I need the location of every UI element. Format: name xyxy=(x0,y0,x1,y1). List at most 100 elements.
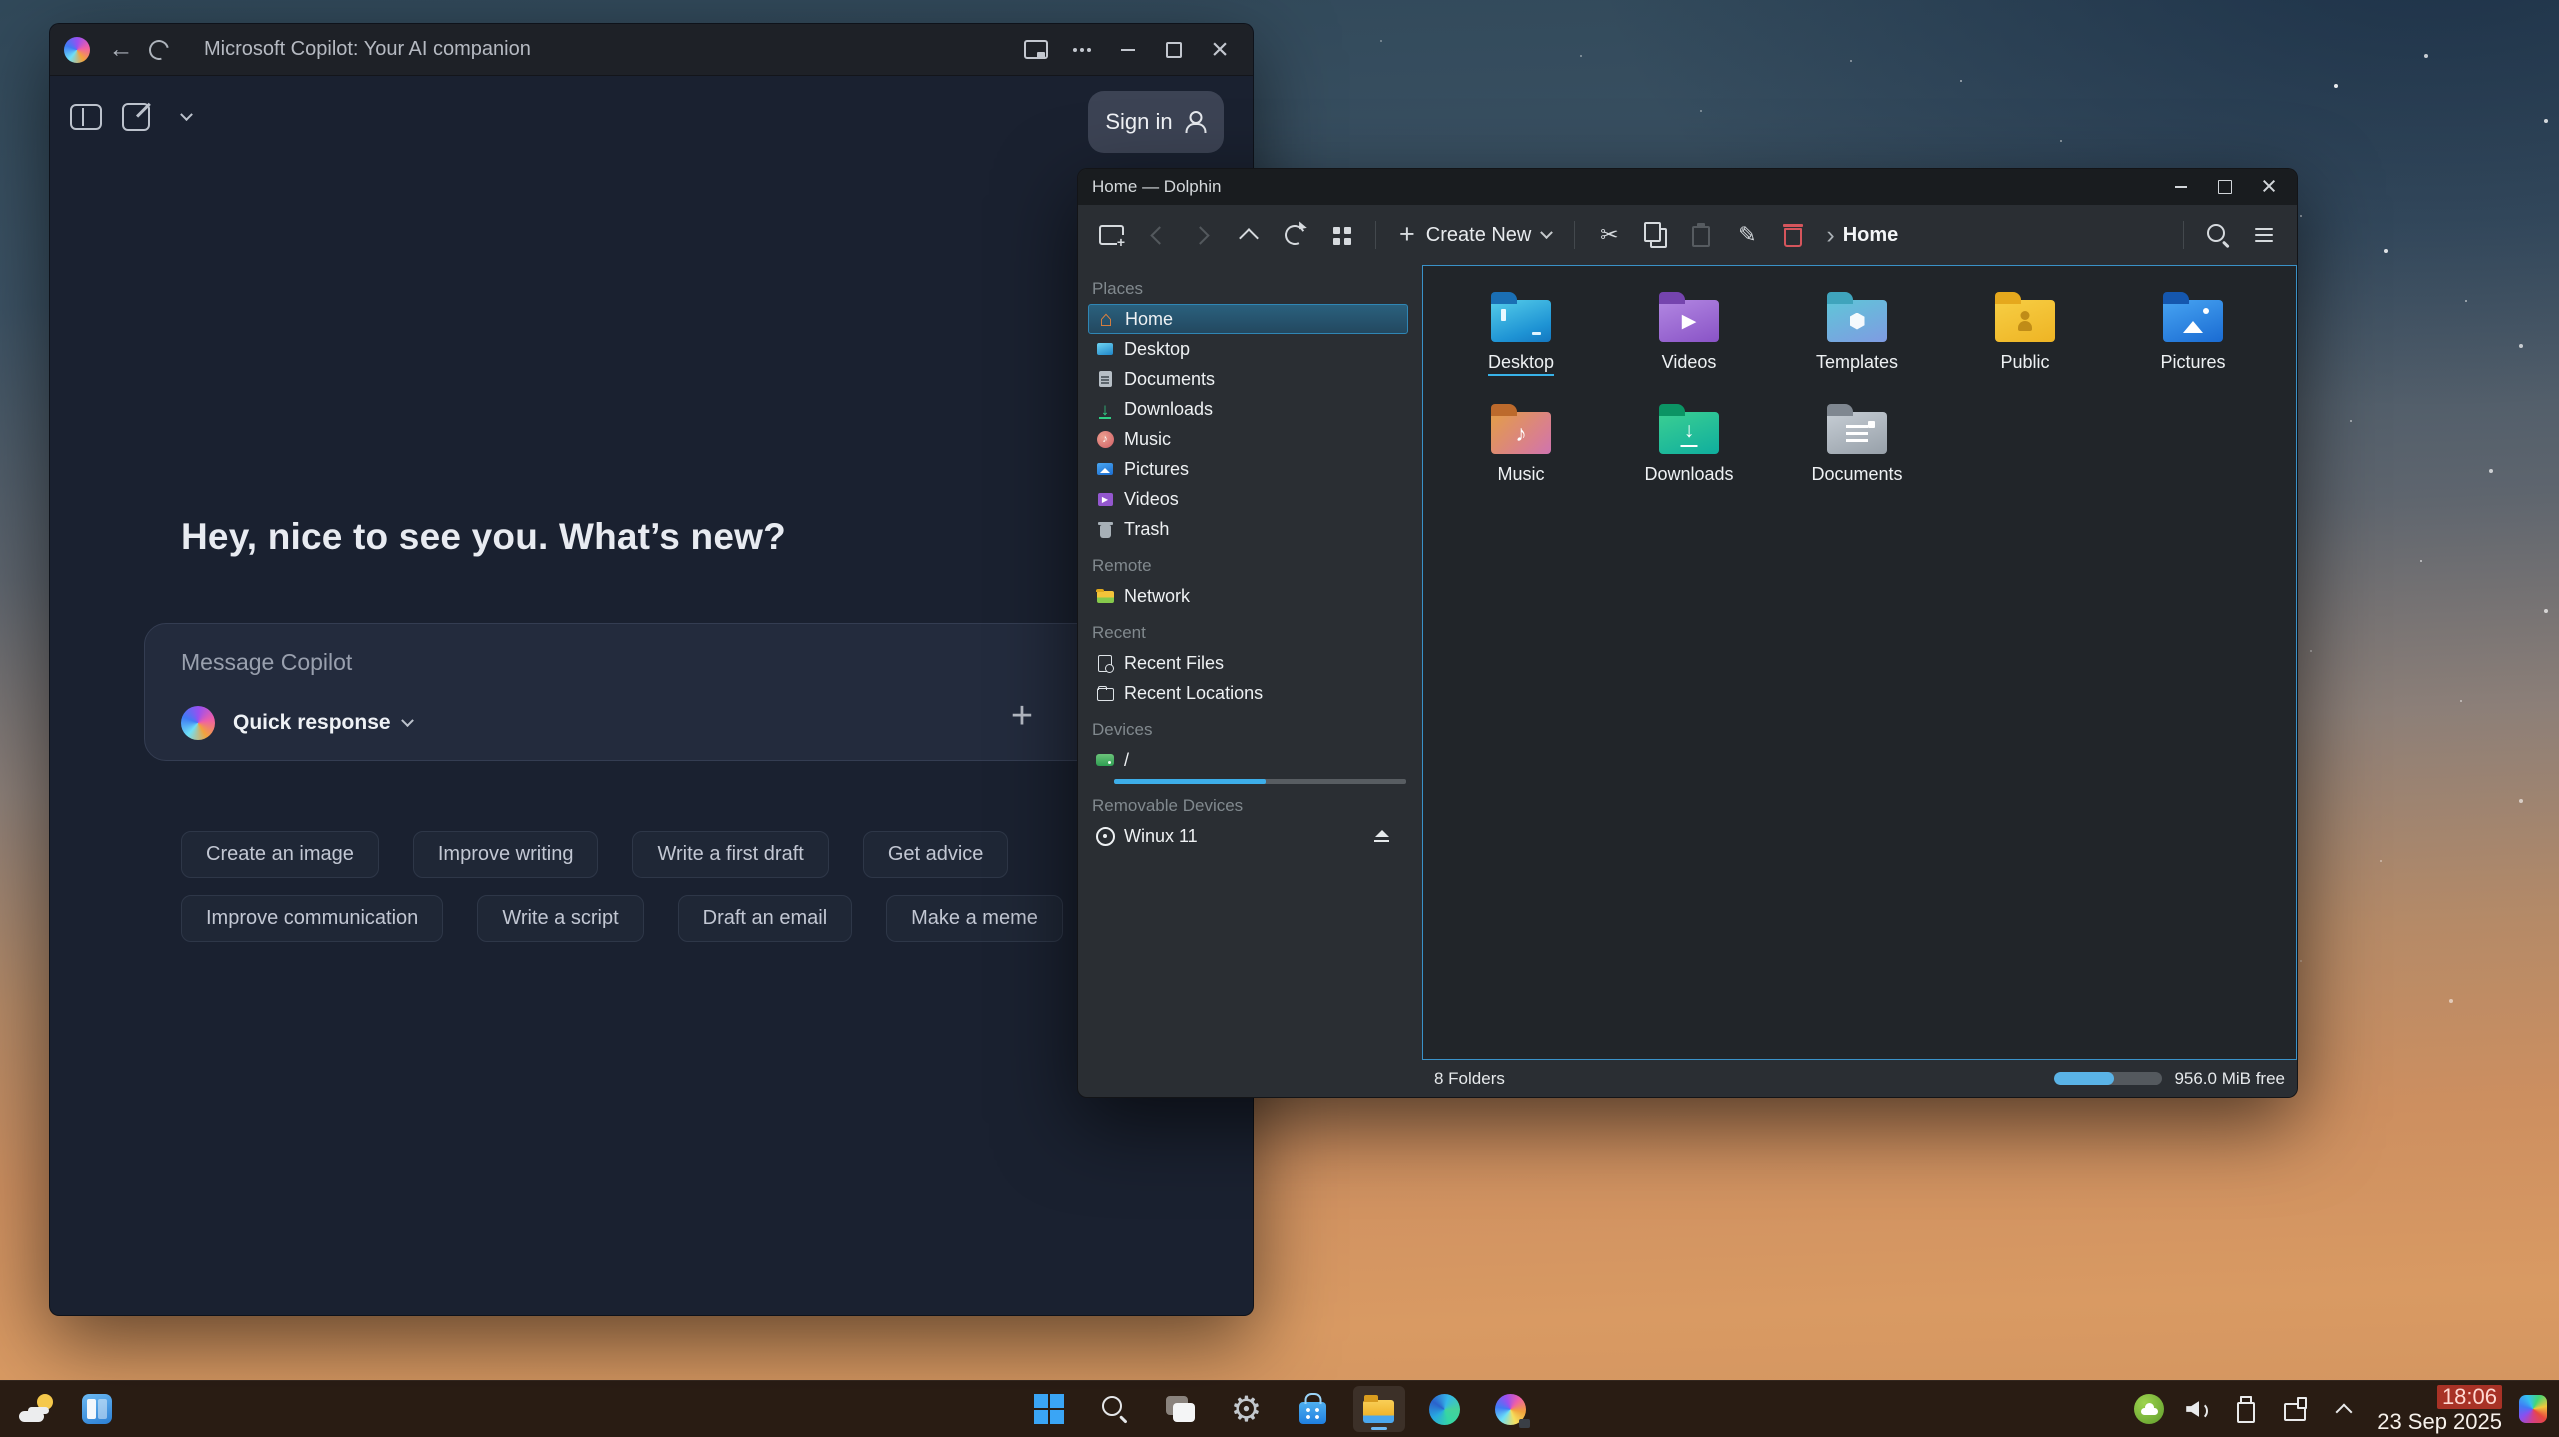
usb-icon[interactable] xyxy=(2230,1393,2262,1425)
delete-icon[interactable] xyxy=(1772,215,1814,255)
refresh-icon[interactable] xyxy=(1274,215,1316,255)
more-icon[interactable] xyxy=(1063,31,1101,69)
search-icon[interactable] xyxy=(2197,215,2239,255)
taskbar-settings-button[interactable] xyxy=(1221,1386,1273,1432)
sidebar-item-videos[interactable]: Videos xyxy=(1088,484,1408,514)
dolphin-close-button[interactable] xyxy=(2247,172,2291,202)
folder-videos[interactable]: Videos xyxy=(1605,288,1773,392)
cut-icon[interactable] xyxy=(1588,215,1630,255)
dolphin-title: Home — Dolphin xyxy=(1092,177,2159,197)
sidebar-item-downloads[interactable]: Downloads xyxy=(1088,394,1408,424)
folder-music[interactable]: Music xyxy=(1437,400,1605,504)
browser-back-icon[interactable] xyxy=(102,31,140,69)
edge-icon xyxy=(1427,1391,1463,1427)
rename-icon[interactable] xyxy=(1726,215,1768,255)
network-tray-icon[interactable] xyxy=(2279,1393,2311,1425)
suggestion-chip[interactable]: Create an image xyxy=(181,831,379,878)
folder-documents[interactable]: Documents xyxy=(1773,400,1941,504)
sign-in-button[interactable]: Sign in xyxy=(1088,91,1224,153)
folder-public[interactable]: Public xyxy=(1941,288,2109,392)
taskbar-task-view-button[interactable] xyxy=(1155,1386,1207,1432)
folder-pictures[interactable]: Pictures xyxy=(2109,288,2277,392)
browser-maximize-button[interactable] xyxy=(1155,31,1193,69)
paste-icon[interactable] xyxy=(1680,215,1722,255)
folder-emblem-icon xyxy=(2163,300,2223,342)
sidebar-item-recent-files[interactable]: Recent Files xyxy=(1088,648,1408,678)
sidebar-item-root[interactable]: / xyxy=(1088,745,1408,775)
sync-cloud-icon[interactable] xyxy=(2134,1394,2164,1424)
suggestion-chip[interactable]: Draft an email xyxy=(678,895,853,942)
composer-placeholder[interactable]: Message Copilot xyxy=(181,649,352,676)
eject-icon[interactable] xyxy=(1374,830,1389,842)
pip-icon[interactable] xyxy=(1017,31,1055,69)
copilot-logo-icon xyxy=(181,706,215,740)
hamburger-menu-icon[interactable] xyxy=(2243,215,2285,255)
sidebar-section-header: Remote xyxy=(1092,556,1422,576)
dolphin-statusbar: 8 Folders 956.0 MiB free xyxy=(1422,1060,2297,1097)
taskbar-file-explorer-button[interactable] xyxy=(1353,1386,1405,1432)
copilot-topbar xyxy=(69,100,203,134)
folder-templates[interactable]: Templates xyxy=(1773,288,1941,392)
m365-copilot-icon[interactable] xyxy=(2519,1395,2547,1423)
dolphin-minimize-button[interactable] xyxy=(2159,172,2203,202)
folder-view[interactable]: DesktopVideosTemplatesPublicPictures Musi… xyxy=(1422,265,2297,1060)
create-new-button[interactable]: Create New xyxy=(1389,215,1561,255)
sidebar-toggle-icon[interactable] xyxy=(69,100,103,134)
suggestion-chip[interactable]: Improve communication xyxy=(181,895,443,942)
suggestion-chip[interactable]: Improve writing xyxy=(413,831,599,878)
folder-downloads[interactable]: Downloads xyxy=(1605,400,1773,504)
clock[interactable]: 18:06 23 Sep 2025 xyxy=(2377,1385,2502,1434)
widgets-icon[interactable] xyxy=(82,1394,112,1424)
suggestion-chip[interactable]: Write a first draft xyxy=(632,831,828,878)
message-composer[interactable]: Message Copilot Quick response xyxy=(144,623,1111,761)
suggestion-chip[interactable]: Make a meme xyxy=(886,895,1063,942)
start-icon xyxy=(1031,1391,1067,1427)
suggestion-chips: Create an image Improve writing Write a fi… xyxy=(181,831,1063,942)
up-icon[interactable] xyxy=(1228,215,1270,255)
forward-icon[interactable] xyxy=(1182,215,1224,255)
sidebar-item-music[interactable]: Music xyxy=(1088,424,1408,454)
dolphin-titlebar[interactable]: Home — Dolphin xyxy=(1078,169,2297,205)
breadcrumb-location[interactable]: Home xyxy=(1843,224,1899,247)
taskbar-start-button[interactable] xyxy=(1023,1386,1075,1432)
breadcrumb[interactable]: Home xyxy=(1826,223,1898,248)
response-mode-selector[interactable]: Quick response xyxy=(233,711,412,735)
browser-titlebar[interactable]: Microsoft Copilot: Your AI companion xyxy=(50,24,1253,76)
new-tab-icon[interactable] xyxy=(1090,215,1132,255)
sidebar-item-pictures[interactable]: Pictures xyxy=(1088,454,1408,484)
new-chat-chevron-icon[interactable] xyxy=(169,100,203,134)
new-chat-icon[interactable] xyxy=(119,100,153,134)
recent-files-icon xyxy=(1095,653,1115,673)
sidebar-item-network[interactable]: Network xyxy=(1088,581,1408,611)
sidebar-item-winux11[interactable]: Winux 11 xyxy=(1088,821,1408,851)
folder-emblem-icon xyxy=(1491,412,1551,454)
folder-emblem-icon xyxy=(1491,300,1551,342)
sidebar-item-home[interactable]: Home xyxy=(1088,304,1408,334)
browser-reload-icon[interactable] xyxy=(140,31,178,69)
dolphin-maximize-button[interactable] xyxy=(2203,172,2247,202)
sidebar-item-desktop[interactable]: Desktop xyxy=(1088,334,1408,364)
sidebar-item-trash[interactable]: Trash xyxy=(1088,514,1408,544)
toolbar-separator xyxy=(2183,221,2184,249)
add-attachment-button[interactable] xyxy=(1004,698,1040,734)
browser-minimize-button[interactable] xyxy=(1109,31,1147,69)
back-icon[interactable] xyxy=(1136,215,1178,255)
sidebar-item-label: Recent Locations xyxy=(1124,683,1263,704)
weather-icon[interactable] xyxy=(18,1393,56,1425)
suggestion-chip[interactable]: Write a script xyxy=(477,895,643,942)
grid-view-icon[interactable] xyxy=(1320,215,1362,255)
tray-expand-chevron-icon[interactable] xyxy=(2328,1393,2360,1425)
taskbar-store-button[interactable] xyxy=(1287,1386,1339,1432)
taskbar-edge-button[interactable] xyxy=(1419,1386,1471,1432)
copy-icon[interactable] xyxy=(1634,215,1676,255)
suggestion-chip[interactable]: Get advice xyxy=(863,831,1009,878)
browser-close-button[interactable] xyxy=(1201,31,1239,69)
taskbar-search-button[interactable] xyxy=(1089,1386,1141,1432)
home-icon xyxy=(1096,309,1116,329)
taskbar-copilot-button[interactable] xyxy=(1485,1386,1537,1432)
folder-desktop[interactable]: Desktop xyxy=(1437,288,1605,392)
sidebar-item-documents[interactable]: Documents xyxy=(1088,364,1408,394)
volume-icon[interactable] xyxy=(2181,1393,2213,1425)
sidebar-item-recent-locations[interactable]: Recent Locations xyxy=(1088,678,1408,708)
status-folder-count: 8 Folders xyxy=(1434,1069,1505,1089)
